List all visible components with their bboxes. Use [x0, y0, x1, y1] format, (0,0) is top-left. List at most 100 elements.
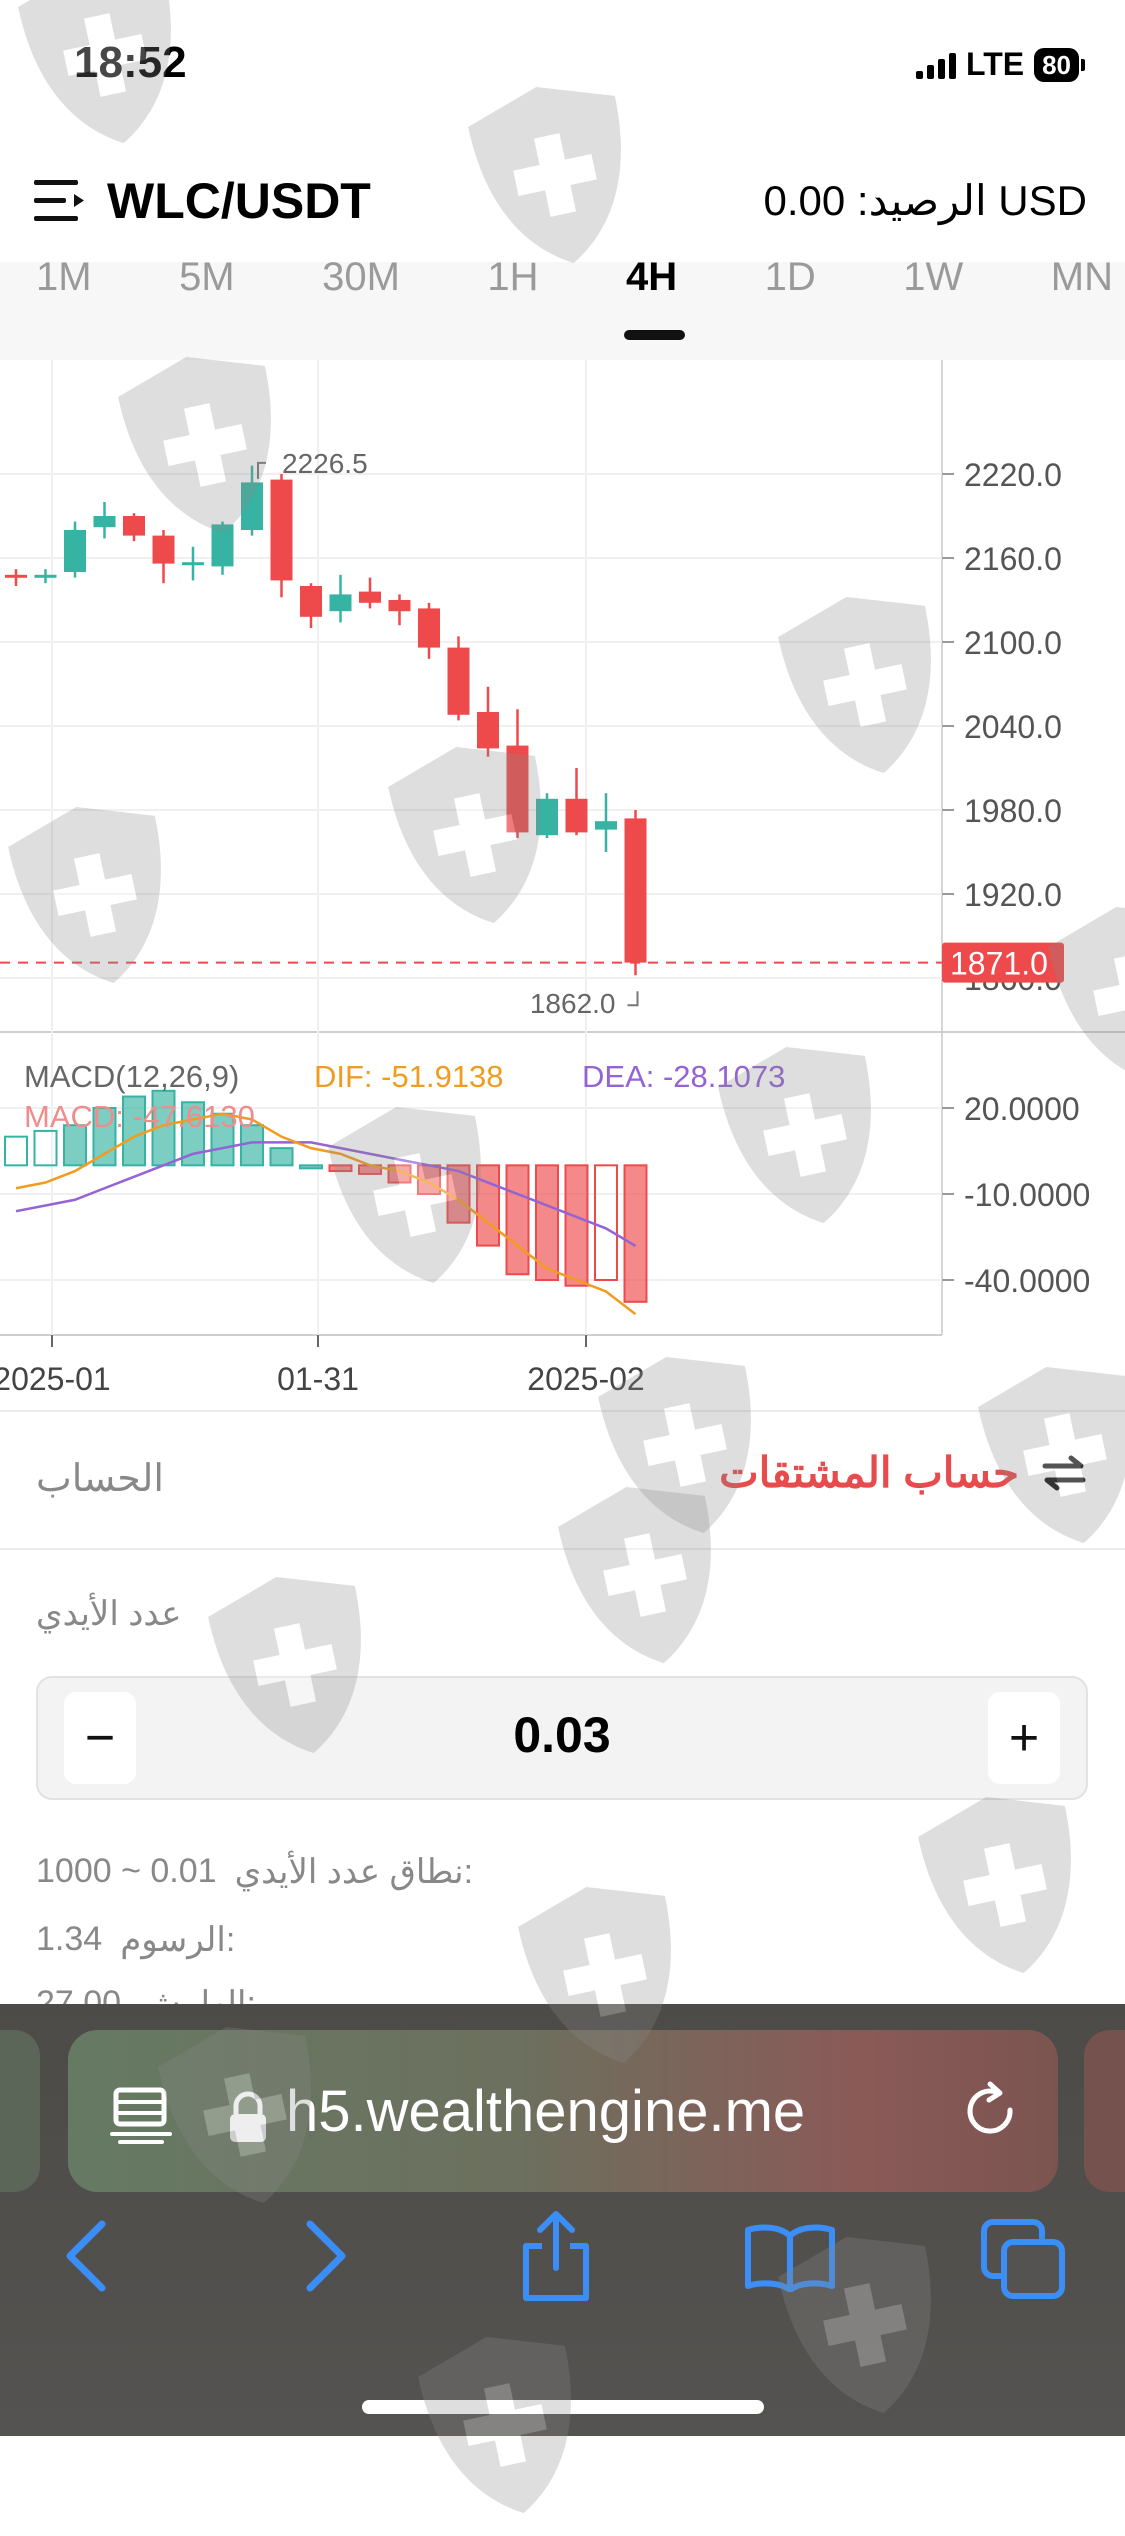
high-marker-arrow — [257, 461, 266, 479]
macd-bar — [623, 1164, 648, 1303]
tab-1d[interactable]: 1D — [765, 257, 816, 302]
candle-body — [300, 586, 322, 617]
back-icon[interactable] — [60, 2218, 112, 2294]
signal-icon — [916, 51, 957, 79]
derivatives-account-label[interactable]: حساب المشتقات — [719, 1448, 1019, 1497]
quantity-value[interactable]: 0.03 — [38, 1706, 1086, 1764]
macd-tick-label: -10.0000 — [964, 1177, 1090, 1213]
macd-bar — [269, 1147, 294, 1167]
low-marker-arrow — [627, 991, 639, 1007]
candle-body — [359, 591, 381, 603]
menu-icon[interactable] — [34, 178, 86, 224]
tab-mn[interactable]: MN — [1051, 257, 1113, 302]
macd-title: MACD(12,26,9) — [24, 1059, 239, 1094]
candle-body — [388, 600, 411, 612]
y-tick-label: 1920.0 — [964, 877, 1062, 913]
lots-range-value: 1000 ~ 0.01 — [36, 1852, 217, 1890]
tab-4h[interactable]: 4H — [624, 257, 686, 340]
quantity-stepper[interactable]: − 0.03 + — [36, 1676, 1088, 1800]
candle-body — [329, 594, 352, 612]
y-tick-label: 1980.0 — [964, 793, 1062, 829]
lock-icon — [230, 2091, 266, 2142]
candle-body — [477, 712, 499, 749]
home-indicator — [362, 2400, 764, 2414]
tab-1w[interactable]: 1W — [903, 257, 963, 302]
balance-display: 0.00 :الرصيد USD — [763, 177, 1087, 224]
divider — [0, 1548, 1125, 1550]
candle-body — [64, 530, 86, 572]
tabs-icon[interactable] — [980, 2218, 1068, 2302]
low-marker-label: 1862.0 — [530, 988, 616, 1019]
candle-body — [447, 647, 470, 715]
swap-icon[interactable] — [1041, 1453, 1087, 1493]
network-label: LTE — [966, 46, 1025, 82]
x-tick-label: 2025-01 — [0, 1361, 111, 1397]
candle-body — [565, 798, 588, 833]
macd-bar — [328, 1164, 353, 1173]
candle-body — [241, 482, 263, 530]
tab-5m[interactable]: 5M — [179, 257, 235, 302]
macd-tick-label: 20.0000 — [964, 1091, 1080, 1127]
share-icon[interactable] — [516, 2210, 596, 2304]
macd-bar — [564, 1164, 589, 1287]
tab-1m[interactable]: 1M — [36, 257, 92, 302]
candle-body — [34, 574, 57, 578]
y-tick-label: 2040.0 — [964, 709, 1062, 745]
price-chart[interactable]: 2220.02160.02100.02040.01980.01920.01860… — [0, 360, 1125, 1410]
candle-body — [123, 516, 145, 536]
candle-body — [152, 535, 175, 564]
y-tick-label: 2160.0 — [964, 541, 1062, 577]
candle-body — [624, 818, 647, 963]
candle-body — [211, 524, 234, 567]
fee-label: الرسوم: — [120, 1921, 236, 1959]
lots-range-label: نطاق عدد الأيدي: — [234, 1853, 474, 1891]
next-tab-stub[interactable] — [1084, 2030, 1125, 2192]
account-switch[interactable]: حساب المشتقات — [719, 1448, 1087, 1497]
reload-icon[interactable] — [960, 2080, 1022, 2142]
watermark-shield-icon — [468, 86, 621, 264]
candle-body — [506, 745, 529, 833]
pair-title[interactable]: WLC/USDT — [107, 172, 371, 230]
dea-label: DEA: -28.1073 — [582, 1059, 785, 1094]
y-tick-label: 2220.0 — [964, 457, 1062, 493]
macd-bar — [4, 1135, 28, 1167]
battery-icon: 80 — [1034, 47, 1085, 82]
account-label: الحساب — [36, 1458, 164, 1500]
tab-1h[interactable]: 1H — [487, 257, 538, 302]
x-tick-label: 01-31 — [277, 1361, 359, 1397]
battery-level: 80 — [1034, 47, 1079, 82]
macd-bar — [299, 1164, 323, 1170]
macd-tick-label: -40.0000 — [964, 1263, 1090, 1299]
candle-body — [93, 516, 116, 528]
macd-value-label: MACD: -47.6130 — [24, 1099, 255, 1134]
high-marker-label: 2226.5 — [282, 448, 368, 479]
macd-bar — [33, 1129, 58, 1167]
last-price-label: 1871.0 — [950, 946, 1048, 982]
url-text[interactable]: h5.wealthengine.me — [286, 2078, 805, 2145]
status-indicators: LTE 80 — [916, 46, 1085, 83]
tab-30m[interactable]: 30M — [322, 257, 400, 302]
watermark-shield-icon — [918, 1796, 1071, 1974]
macd-bar — [505, 1164, 530, 1276]
lots-label: عدد الأيدي — [36, 1595, 182, 1633]
divider — [0, 1410, 1125, 1412]
timeframe-tabs: 1M 5M 30M 1H 4H 1D 1W MN — [0, 257, 1125, 360]
candle-body — [270, 479, 293, 581]
x-tick-label: 2025-02 — [527, 1361, 644, 1397]
fee-row: 1.34 الرسوم: — [36, 1920, 235, 1960]
status-time: 18:52 — [74, 38, 187, 87]
bookmarks-icon[interactable] — [744, 2222, 836, 2292]
macd-bar — [594, 1164, 618, 1281]
previous-tab-stub[interactable] — [0, 2030, 40, 2192]
reader-icon[interactable] — [110, 2086, 172, 2144]
macd-bar — [476, 1164, 500, 1247]
candle-body — [182, 562, 204, 566]
fee-value: 1.34 — [36, 1920, 103, 1958]
dif-label: DIF: -51.9138 — [314, 1059, 504, 1094]
candle-body — [418, 608, 440, 648]
candle-body — [536, 798, 558, 836]
candle-body — [595, 821, 617, 830]
forward-icon[interactable] — [300, 2218, 352, 2294]
increase-button[interactable]: + — [988, 1692, 1060, 1784]
watermark-shield-icon — [558, 1486, 711, 1664]
